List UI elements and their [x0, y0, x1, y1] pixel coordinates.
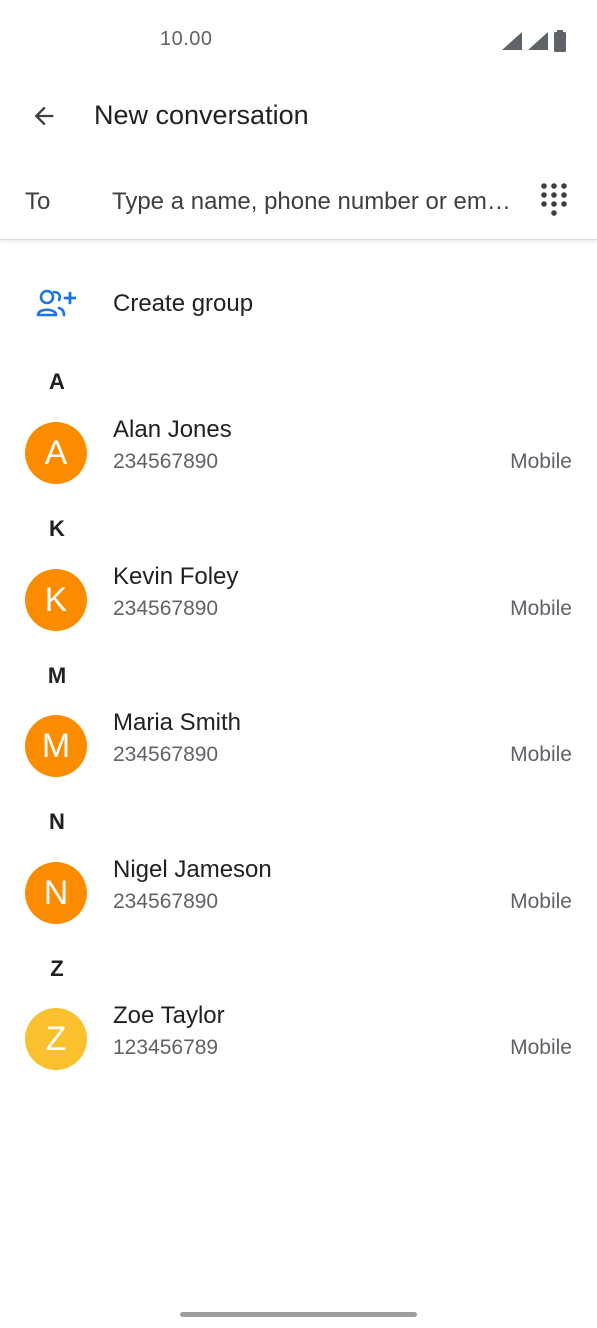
avatar: K	[25, 569, 87, 631]
page-title: New conversation	[94, 100, 309, 130]
signal-icon	[528, 32, 548, 50]
contact-number: 234567890	[113, 450, 219, 473]
section-header: K	[49, 516, 65, 541]
back-button[interactable]	[22, 94, 66, 138]
section-header: A	[49, 369, 65, 394]
to-label: To	[25, 188, 51, 215]
contact-number: 234567890	[113, 743, 219, 766]
signal-icon	[502, 32, 522, 50]
contact-item[interactable]: N Nigel Jameson 234567890 Mobile	[0, 852, 597, 948]
status-icons	[501, 30, 567, 52]
contact-item[interactable]: Z Zoe Taylor 123456789 Mobile	[0, 998, 597, 1094]
group-add-icon	[36, 288, 77, 325]
contact-type: Mobile	[510, 890, 572, 913]
recipient-input[interactable]	[112, 182, 514, 222]
contact-name: Kevin Foley	[113, 563, 239, 590]
create-group-button[interactable]: Create group	[0, 270, 597, 340]
dialpad-button[interactable]	[534, 180, 574, 220]
status-time: 10.00	[160, 28, 213, 50]
contact-type: Mobile	[510, 743, 572, 766]
avatar: N	[25, 862, 87, 924]
app-bar: New conversation	[0, 80, 597, 152]
section-header: N	[49, 809, 65, 834]
arrow-back-icon	[34, 106, 54, 126]
dialpad-icon	[541, 183, 567, 216]
home-indicator[interactable]	[180, 1312, 417, 1317]
contact-name: Zoe Taylor	[113, 1002, 225, 1029]
contact-type: Mobile	[510, 597, 572, 620]
avatar: Z	[25, 1008, 87, 1070]
battery-icon	[554, 30, 566, 52]
contact-item[interactable]: A Alan Jones 234567890 Mobile	[0, 412, 597, 508]
contact-name: Maria Smith	[113, 709, 242, 736]
contact-number: 234567890	[113, 890, 219, 913]
contact-item[interactable]: K Kevin Foley 234567890 Mobile	[0, 559, 597, 655]
contact-type: Mobile	[510, 1036, 572, 1059]
avatar: M	[25, 715, 87, 777]
contact-item[interactable]: M Maria Smith 234567890 Mobile	[0, 705, 597, 801]
contact-type: Mobile	[510, 450, 572, 473]
recipient-row: To	[0, 160, 597, 240]
status-bar: 10.00	[0, 0, 597, 80]
section-header: Z	[50, 956, 64, 981]
avatar: A	[25, 422, 87, 484]
contact-name: Alan Jones	[113, 416, 232, 443]
contact-number: 234567890	[113, 597, 219, 620]
create-group-label: Create group	[113, 290, 254, 317]
section-header: M	[47, 663, 67, 688]
contact-number: 123456789	[113, 1036, 219, 1059]
contact-name: Nigel Jameson	[113, 856, 272, 883]
